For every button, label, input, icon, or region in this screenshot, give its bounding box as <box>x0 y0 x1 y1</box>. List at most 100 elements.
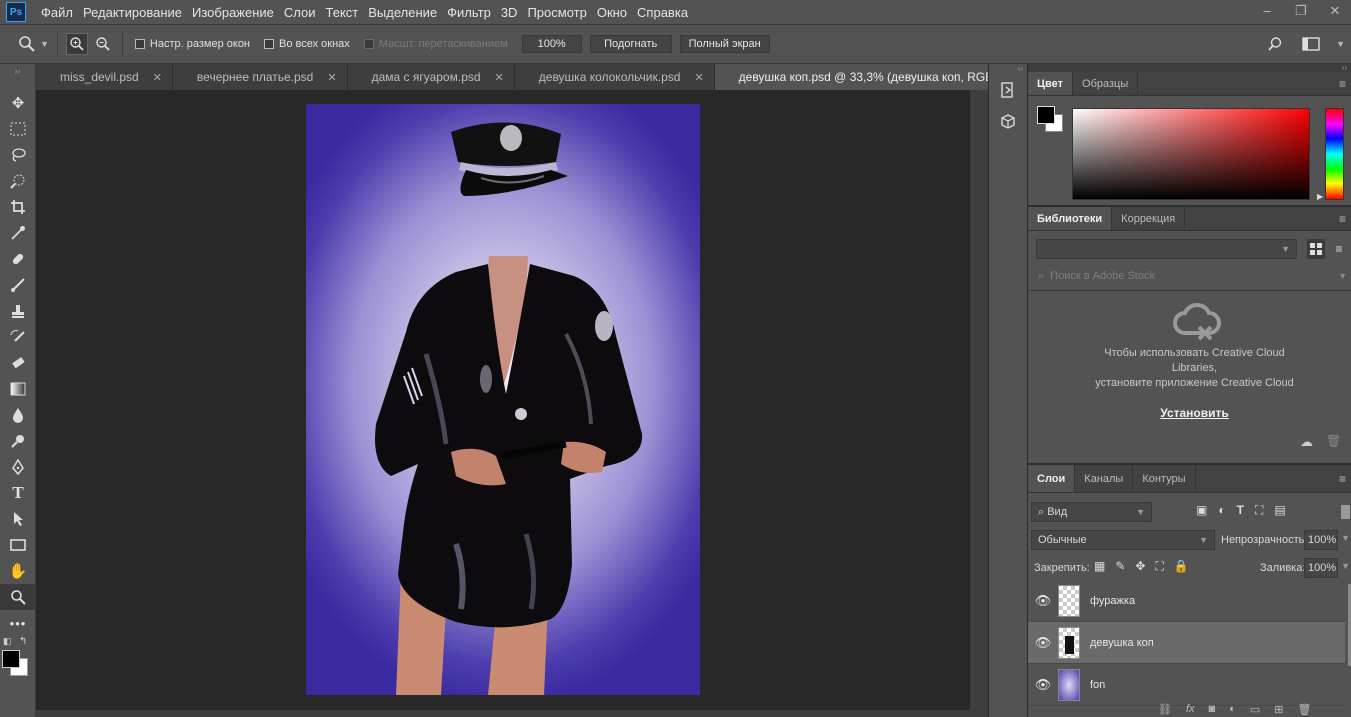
panel-menu-icon[interactable]: ≡ <box>1339 465 1351 492</box>
color-field[interactable] <box>1072 108 1310 200</box>
lock-transparency-icon[interactable]: ▦ <box>1094 559 1105 574</box>
minimize-icon[interactable]: – <box>1257 2 1277 20</box>
scrubby-zoom-checkbox[interactable]: Масшт. перетаскиванием <box>363 38 508 50</box>
clone-stamp-tool-icon[interactable] <box>0 298 36 324</box>
menu-select[interactable]: Выделение <box>363 5 442 20</box>
tab-miss-devil[interactable]: miss_devil.psd ✕ <box>36 64 173 90</box>
menu-type[interactable]: Текст <box>321 5 364 20</box>
lock-pixels-icon[interactable]: ✎ <box>1115 559 1125 574</box>
move-tool-icon[interactable]: ✥ <box>0 90 36 116</box>
pixel-layer-filter-icon[interactable]: ▣ <box>1196 503 1207 518</box>
history-panel-icon[interactable] <box>989 74 1027 106</box>
default-colors-icon[interactable]: ◧ <box>3 636 12 647</box>
lock-all-icon[interactable]: 🔒 <box>1174 559 1189 574</box>
visibility-eye-icon[interactable]: 👁 <box>1028 677 1058 693</box>
chevron-down-icon[interactable]: ▼ <box>1336 39 1345 49</box>
hue-slider-handle-icon[interactable]: ▶ <box>1317 192 1323 201</box>
pen-tool-icon[interactable] <box>0 454 36 480</box>
tab-color[interactable]: Цвет <box>1028 72 1074 95</box>
marquee-tool-icon[interactable] <box>0 116 36 142</box>
install-link[interactable]: Установить <box>1028 406 1351 420</box>
new-layer-icon[interactable]: ⊞ <box>1274 703 1283 716</box>
zoom-tool-icon[interactable] <box>16 33 38 55</box>
tab-evening-dress[interactable]: вечернее платье.psd ✕ <box>173 64 348 90</box>
history-brush-tool-icon[interactable] <box>0 324 36 350</box>
workspace-icon[interactable] <box>1300 33 1322 55</box>
quick-selection-tool-icon[interactable] <box>0 168 36 194</box>
gradient-tool-icon[interactable] <box>0 376 36 402</box>
hand-tool-icon[interactable]: ✋ <box>0 558 36 584</box>
close-icon[interactable]: ✕ <box>327 71 336 84</box>
tab-paths[interactable]: Контуры <box>1133 465 1196 492</box>
blur-tool-icon[interactable] <box>0 402 36 428</box>
zoom-value-field[interactable]: 100% <box>521 35 582 53</box>
type-filter-icon[interactable]: T <box>1237 503 1244 518</box>
new-group-icon[interactable]: ▭ <box>1250 703 1260 716</box>
chevron-down-icon[interactable]: ▼ <box>1341 561 1350 571</box>
fit-screen-button[interactable]: Подогнать <box>589 35 672 53</box>
zoom-in-icon[interactable] <box>65 33 88 55</box>
tab-layers[interactable]: Слои <box>1028 465 1076 492</box>
filter-toggle[interactable] <box>1341 505 1350 519</box>
swap-colors-icon[interactable]: ↰ <box>19 636 27 647</box>
tab-swatches[interactable]: Образцы <box>1073 72 1139 95</box>
blend-mode-select[interactable]: Обычные ▼ <box>1031 530 1215 550</box>
more-tools-icon[interactable]: ••• <box>0 610 36 636</box>
healing-brush-tool-icon[interactable] <box>0 246 36 272</box>
menu-window[interactable]: Окно <box>592 5 632 20</box>
panel-menu-icon[interactable]: ≡ <box>1339 207 1351 230</box>
tab-libraries[interactable]: Библиотеки <box>1028 207 1113 230</box>
document-canvas[interactable] <box>306 104 700 695</box>
foreground-color-swatch[interactable] <box>2 650 20 668</box>
cc-sync-icon[interactable]: ☁ <box>1300 434 1313 450</box>
visibility-eye-icon[interactable]: 👁 <box>1028 635 1058 651</box>
shape-filter-icon[interactable]: ⛶ <box>1255 503 1263 518</box>
trash-icon[interactable]: 🗑 <box>1326 434 1341 448</box>
tab-channels[interactable]: Каналы <box>1075 465 1134 492</box>
menu-layers[interactable]: Слои <box>279 5 321 20</box>
collapse-icon[interactable]: ›› <box>1028 64 1351 72</box>
collapse-icon[interactable]: ›› <box>0 64 35 90</box>
smart-object-filter-icon[interactable]: ▤ <box>1274 503 1285 518</box>
fullscreen-button[interactable]: Полный экран <box>679 35 770 53</box>
hue-slider[interactable] <box>1325 108 1344 200</box>
lock-artboard-icon[interactable]: ⛶ <box>1155 559 1163 574</box>
add-mask-icon[interactable]: ◙ <box>1209 703 1216 716</box>
resize-windows-checkbox[interactable]: Настр. размер окон <box>134 38 250 50</box>
link-layers-icon[interactable]: ⛓ <box>1158 703 1172 716</box>
crop-tool-icon[interactable] <box>0 194 36 220</box>
close-icon[interactable]: ✕ <box>495 71 504 84</box>
vertical-scrollbar[interactable] <box>970 90 988 717</box>
type-tool-icon[interactable]: T <box>0 480 36 506</box>
tab-lady-jaguar[interactable]: дама с ягуаром.psd ✕ <box>348 64 515 90</box>
restore-icon[interactable]: ❐ <box>1291 2 1311 20</box>
opacity-field[interactable]: 100% <box>1304 530 1338 550</box>
layer-cop-girl[interactable]: 👁 девушка коп <box>1028 622 1345 664</box>
lasso-tool-icon[interactable] <box>0 142 36 168</box>
close-icon[interactable]: ✕ <box>1325 2 1345 20</box>
3d-panel-icon[interactable] <box>989 106 1027 138</box>
layer-filter-select[interactable]: ⌕ Вид ▼ <box>1031 502 1152 522</box>
menu-3d[interactable]: 3D <box>496 5 523 20</box>
eyedropper-tool-icon[interactable] <box>0 220 36 246</box>
dodge-tool-icon[interactable] <box>0 428 36 454</box>
eraser-tool-icon[interactable] <box>0 350 36 376</box>
collapse-icon[interactable]: ‹‹ <box>989 64 1027 74</box>
list-view-icon[interactable]: ≡ <box>1330 239 1348 259</box>
menu-file[interactable]: Файл <box>36 5 78 20</box>
chevron-down-icon[interactable]: ▼ <box>1341 533 1350 543</box>
tab-adjustments[interactable]: Коррекция <box>1112 207 1186 230</box>
layer-cap[interactable]: 👁 фуражка <box>1028 580 1345 622</box>
fill-field[interactable]: 100% <box>1304 558 1338 578</box>
chevron-down-icon[interactable]: ▼ <box>40 39 49 49</box>
menu-help[interactable]: Справка <box>632 5 693 20</box>
menu-view[interactable]: Просмотр <box>522 5 591 20</box>
foreground-color-swatch[interactable] <box>1037 106 1055 124</box>
close-icon[interactable]: ✕ <box>694 71 703 84</box>
menu-image[interactable]: Изображение <box>187 5 279 20</box>
menu-filter[interactable]: Фильтр <box>442 5 496 20</box>
lock-position-icon[interactable]: ✥ <box>1135 559 1145 574</box>
brush-tool-icon[interactable] <box>0 272 36 298</box>
all-windows-checkbox[interactable]: Во всех окнах <box>264 38 350 50</box>
library-select[interactable]: ▼ <box>1036 239 1297 259</box>
